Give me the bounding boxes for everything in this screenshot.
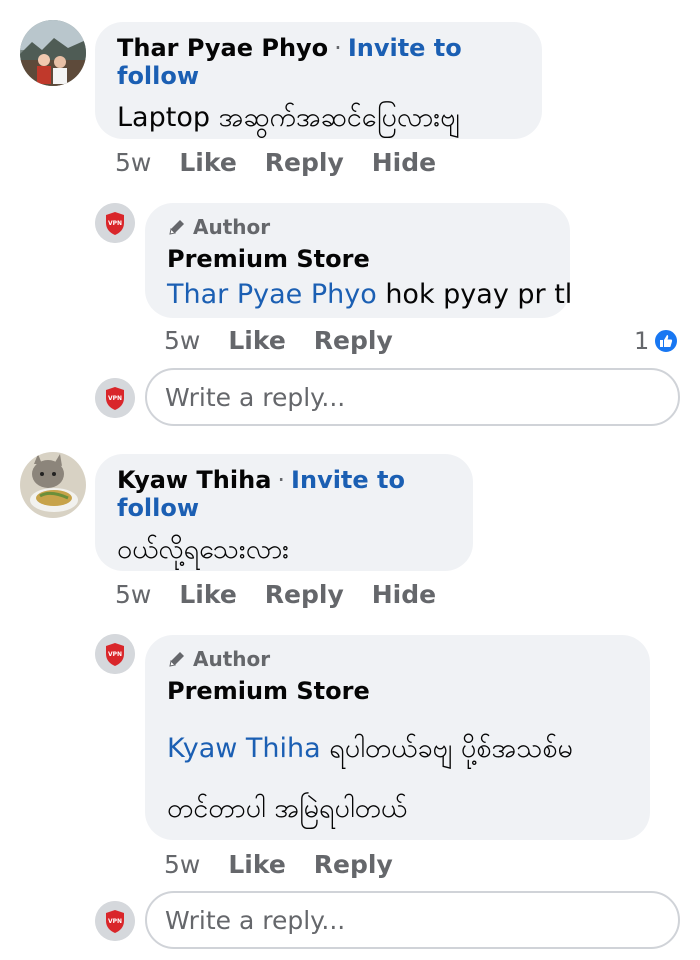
reply-timestamp[interactable]: 5w <box>164 850 200 879</box>
comment-bubble: Thar Pyae Phyo · Invite to follow Laptop အ… <box>95 22 542 139</box>
reply-timestamp[interactable]: 5w <box>164 326 200 355</box>
reply-button[interactable]: Reply <box>265 148 344 177</box>
reply-button[interactable]: Reply <box>265 580 344 609</box>
comment-text: ဝယ်လို့ရသေးလား <box>117 534 290 565</box>
reply-actions: 5w Like Reply <box>164 850 421 879</box>
reply-author-name[interactable]: Premium Store <box>167 677 628 705</box>
comment-timestamp[interactable]: 5w <box>115 580 151 609</box>
vpn-shield-icon: VPN <box>95 203 135 243</box>
svg-text:VPN: VPN <box>108 918 122 925</box>
pencil-icon <box>169 220 184 235</box>
like-button[interactable]: Like <box>228 326 285 355</box>
svg-text:VPN: VPN <box>108 220 122 227</box>
reply-text: Thar Pyae Phyo hok pyay pr tl <box>167 277 572 313</box>
mention-link[interactable]: Kyaw Thiha <box>167 733 321 764</box>
comment-text: Laptop အဆွက်အဆင်ပြေလားဗျ <box>117 102 460 133</box>
write-reply-input[interactable]: Write a reply... <box>145 368 680 426</box>
reaction-summary[interactable]: 1 <box>634 327 680 355</box>
avatar[interactable] <box>20 20 86 86</box>
comment-author-name[interactable]: Kyaw Thiha <box>117 466 271 494</box>
author-badge-label: Author <box>193 647 271 671</box>
reply-bubble: Author Premium Store Kyaw Thiha ရပါတယ်ခဗ… <box>145 635 650 840</box>
svg-text:VPN: VPN <box>108 395 122 402</box>
comment-author-name[interactable]: Thar Pyae Phyo <box>117 34 328 62</box>
mention-link[interactable]: Thar Pyae Phyo <box>167 279 377 310</box>
page-avatar[interactable]: VPN <box>95 203 135 243</box>
author-badge-label: Author <box>193 215 271 239</box>
vpn-shield-icon: VPN <box>95 378 135 418</box>
separator-dot: · <box>277 466 286 494</box>
reply-button[interactable]: Reply <box>314 850 393 879</box>
reply-text-line-2: တင်တာပါ အမြဲရပါတယ် <box>167 793 408 824</box>
comment-actions: 5w Like Reply Hide <box>115 580 464 609</box>
comment-actions: 5w Like Reply Hide <box>115 148 464 177</box>
reply-author-name[interactable]: Premium Store <box>167 245 548 273</box>
reply-placeholder: Write a reply... <box>165 905 346 935</box>
author-badge: Author <box>167 215 548 239</box>
reaction-count: 1 <box>634 327 650 355</box>
reply-bubble: Author Premium Store Thar Pyae Phyo hok … <box>145 203 572 318</box>
reply-text-body: hok pyay pr tl <box>376 279 573 310</box>
reply-button[interactable]: Reply <box>314 326 393 355</box>
avatar[interactable] <box>20 452 86 518</box>
like-button[interactable]: Like <box>179 580 236 609</box>
thumbs-up-icon <box>653 328 680 354</box>
current-user-avatar[interactable]: VPN <box>95 378 135 418</box>
like-button[interactable]: Like <box>228 850 285 879</box>
pencil-icon <box>169 652 184 667</box>
comment-timestamp[interactable]: 5w <box>115 148 151 177</box>
reply-text: Kyaw Thiha ရပါတယ်ခဗျ ပို့စ်အသစ်မ တင်တာပါ… <box>167 719 628 839</box>
reply-placeholder: Write a reply... <box>165 382 346 412</box>
like-button[interactable]: Like <box>179 148 236 177</box>
vpn-shield-icon: VPN <box>95 634 135 674</box>
svg-text:VPN: VPN <box>108 651 122 658</box>
page-avatar[interactable]: VPN <box>95 634 135 674</box>
write-reply-input[interactable]: Write a reply... <box>145 891 680 949</box>
current-user-avatar[interactable]: VPN <box>95 901 135 941</box>
reply-actions: 5w Like Reply <box>164 326 421 355</box>
author-badge: Author <box>167 647 628 671</box>
hide-button[interactable]: Hide <box>372 148 436 177</box>
hide-button[interactable]: Hide <box>372 580 436 609</box>
vpn-shield-icon: VPN <box>95 901 135 941</box>
reply-text-line-1: ရပါတယ်ခဗျ ပို့စ်အသစ်မ <box>320 733 573 764</box>
separator-dot: · <box>334 34 342 62</box>
comment-bubble: Kyaw Thiha · Invite to follow ဝယ်လို့ရသေးလ… <box>95 454 473 571</box>
